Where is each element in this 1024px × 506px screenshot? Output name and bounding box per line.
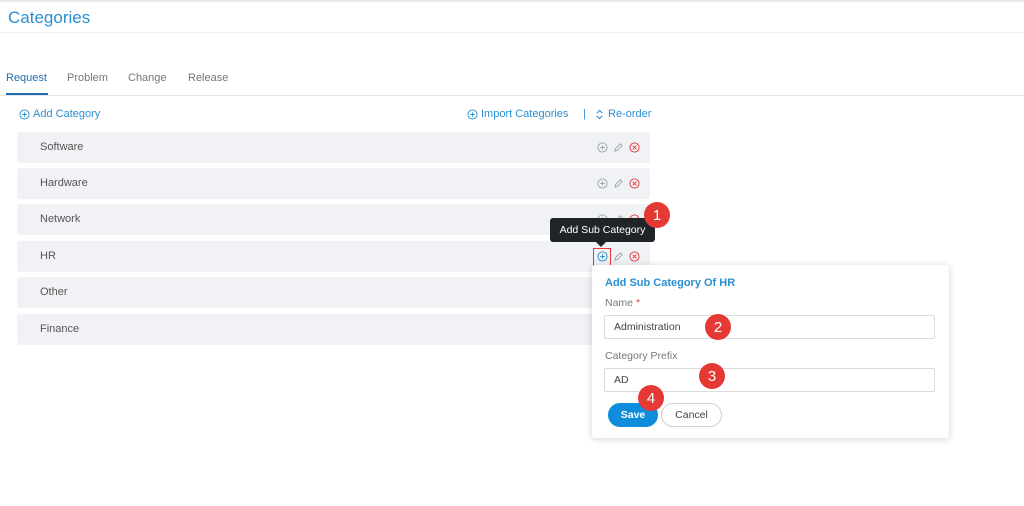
popup-title: Add Sub Category Of HR [605, 277, 736, 289]
name-label: Name * [605, 297, 640, 309]
top-border [0, 0, 1024, 2]
delete-icon[interactable] [629, 251, 640, 262]
step-badge: 3 [699, 363, 725, 389]
reorder-icon [596, 109, 603, 119]
plus-circle-icon [19, 108, 30, 120]
title-divider [0, 32, 1024, 33]
plus-circle-icon [467, 108, 478, 120]
add-subcategory-tooltip: Add Sub Category [550, 218, 655, 242]
page-title: Categories [8, 8, 91, 27]
edit-pencil-icon[interactable] [613, 251, 624, 262]
add-subcategory-icon[interactable] [597, 178, 608, 189]
reorder-label: Re-order [608, 108, 652, 120]
add-category-link[interactable]: Add Category [19, 108, 100, 120]
cancel-button[interactable]: Cancel [661, 403, 722, 427]
category-row: Finance [17, 314, 650, 345]
toolbar-separator: | [583, 108, 586, 120]
tab-request[interactable]: Request [6, 72, 47, 84]
add-subcategory-icon[interactable] [597, 142, 608, 153]
required-mark: * [635, 297, 641, 309]
category-name: Other [40, 286, 68, 298]
category-name: Finance [40, 323, 80, 335]
step-badge: 2 [705, 314, 731, 340]
edit-pencil-icon[interactable] [613, 178, 624, 189]
category-row: Software [17, 132, 650, 163]
category-name: Network [40, 213, 81, 225]
name-label-text: Name [605, 297, 634, 309]
add-subcategory-popup: Add Sub Category Of HR Name * Category P… [592, 265, 949, 438]
step-badge: 4 [638, 385, 664, 411]
add-category-label: Add Category [33, 108, 101, 120]
category-name: HR [40, 250, 56, 262]
tab-release[interactable]: Release [188, 72, 228, 84]
category-row: Other [17, 277, 650, 308]
tab-bar: Request Problem Change Release [0, 70, 1024, 96]
highlight-box [593, 248, 611, 266]
delete-icon[interactable] [629, 142, 640, 153]
category-row: HR [17, 241, 650, 272]
import-categories-label: Import Categories [481, 108, 569, 120]
category-name: Software [40, 141, 84, 153]
step-badge: 1 [644, 202, 670, 228]
category-prefix-label: Category Prefix [605, 350, 678, 362]
active-tab-indicator [6, 93, 48, 95]
tab-problem[interactable]: Problem [67, 72, 108, 84]
import-categories-link[interactable]: Import Categories [467, 108, 568, 120]
tab-change[interactable]: Change [128, 72, 167, 84]
category-row: Hardware [17, 168, 650, 199]
name-input[interactable] [604, 315, 935, 339]
category-name: Hardware [40, 177, 88, 189]
edit-pencil-icon[interactable] [613, 142, 624, 153]
delete-icon[interactable] [629, 178, 640, 189]
reorder-link[interactable]: Re-order [594, 108, 651, 120]
tooltip-arrow [596, 242, 606, 247]
